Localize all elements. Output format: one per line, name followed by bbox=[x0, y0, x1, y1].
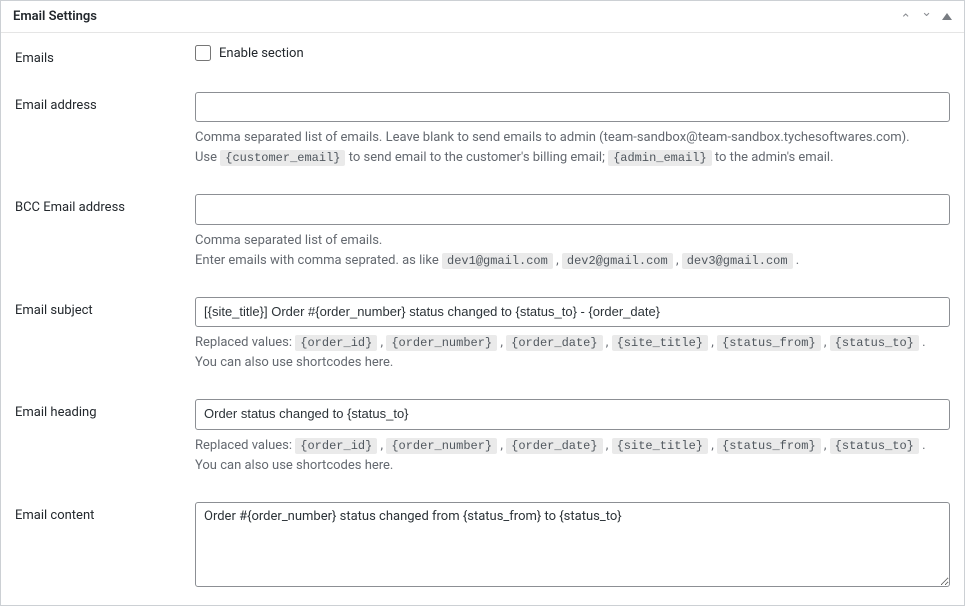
panel-header: Email Settings bbox=[1, 1, 964, 33]
field-row-email-address: Email address Comma separated list of em… bbox=[15, 92, 950, 168]
field-row-subject: Email subject Replaced values: {order_id… bbox=[15, 297, 950, 373]
enable-section-label[interactable]: Enable section bbox=[219, 46, 304, 61]
enable-section-control: Enable section bbox=[195, 45, 950, 61]
bcc-help: Comma separated list of emails. Enter em… bbox=[195, 231, 950, 271]
heading-input[interactable] bbox=[195, 399, 950, 429]
subject-label: Email subject bbox=[15, 297, 195, 318]
email-address-label: Email address bbox=[15, 92, 195, 113]
email-settings-panel: Email Settings Emails Enable section Ema… bbox=[0, 0, 965, 606]
heading-help: Replaced values: {order_id} , {order_num… bbox=[195, 436, 950, 476]
panel-body: Emails Enable section Email address Comm… bbox=[1, 33, 964, 605]
heading-label: Email heading bbox=[15, 399, 195, 420]
panel-controls bbox=[900, 9, 952, 24]
field-row-heading: Email heading Replaced values: {order_id… bbox=[15, 399, 950, 475]
content-textarea[interactable] bbox=[195, 502, 950, 587]
bcc-label: BCC Email address bbox=[15, 194, 195, 215]
email-address-input[interactable] bbox=[195, 92, 950, 122]
bcc-input[interactable] bbox=[195, 194, 950, 224]
collapse-toggle-icon[interactable] bbox=[942, 13, 952, 20]
move-up-icon[interactable] bbox=[900, 9, 911, 24]
field-row-enable: Emails Enable section bbox=[15, 45, 950, 66]
field-row-bcc: BCC Email address Comma separated list o… bbox=[15, 194, 950, 270]
content-label: Email content bbox=[15, 502, 195, 523]
move-down-icon[interactable] bbox=[921, 9, 932, 24]
subject-input[interactable] bbox=[195, 297, 950, 327]
subject-help: Replaced values: {order_id} , {order_num… bbox=[195, 333, 950, 373]
emails-label: Emails bbox=[15, 45, 195, 66]
field-row-content: Email content bbox=[15, 502, 950, 591]
panel-title: Email Settings bbox=[13, 9, 97, 24]
enable-section-checkbox[interactable] bbox=[195, 45, 211, 61]
email-address-help: Comma separated list of emails. Leave bl… bbox=[195, 128, 950, 168]
